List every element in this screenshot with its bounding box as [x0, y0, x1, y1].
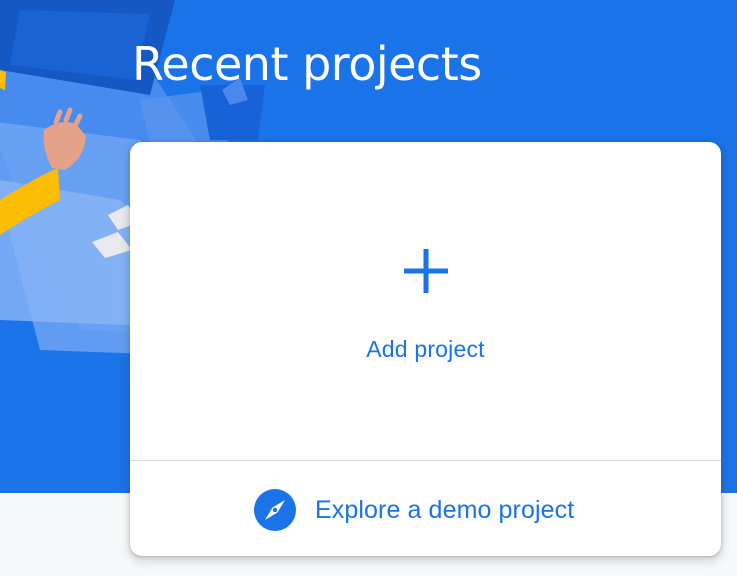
explore-demo-project-link[interactable]: Explore a demo project: [130, 461, 721, 556]
explore-demo-project-label: Explore a demo project: [315, 496, 575, 524]
add-project-button[interactable]: Add project: [130, 142, 721, 460]
projects-card: Add project Explore a demo project: [130, 142, 721, 556]
page-title: Recent projects: [132, 37, 482, 91]
plus-icon: [404, 249, 448, 293]
compass-icon: [254, 489, 296, 531]
add-project-label: Add project: [366, 336, 485, 362]
